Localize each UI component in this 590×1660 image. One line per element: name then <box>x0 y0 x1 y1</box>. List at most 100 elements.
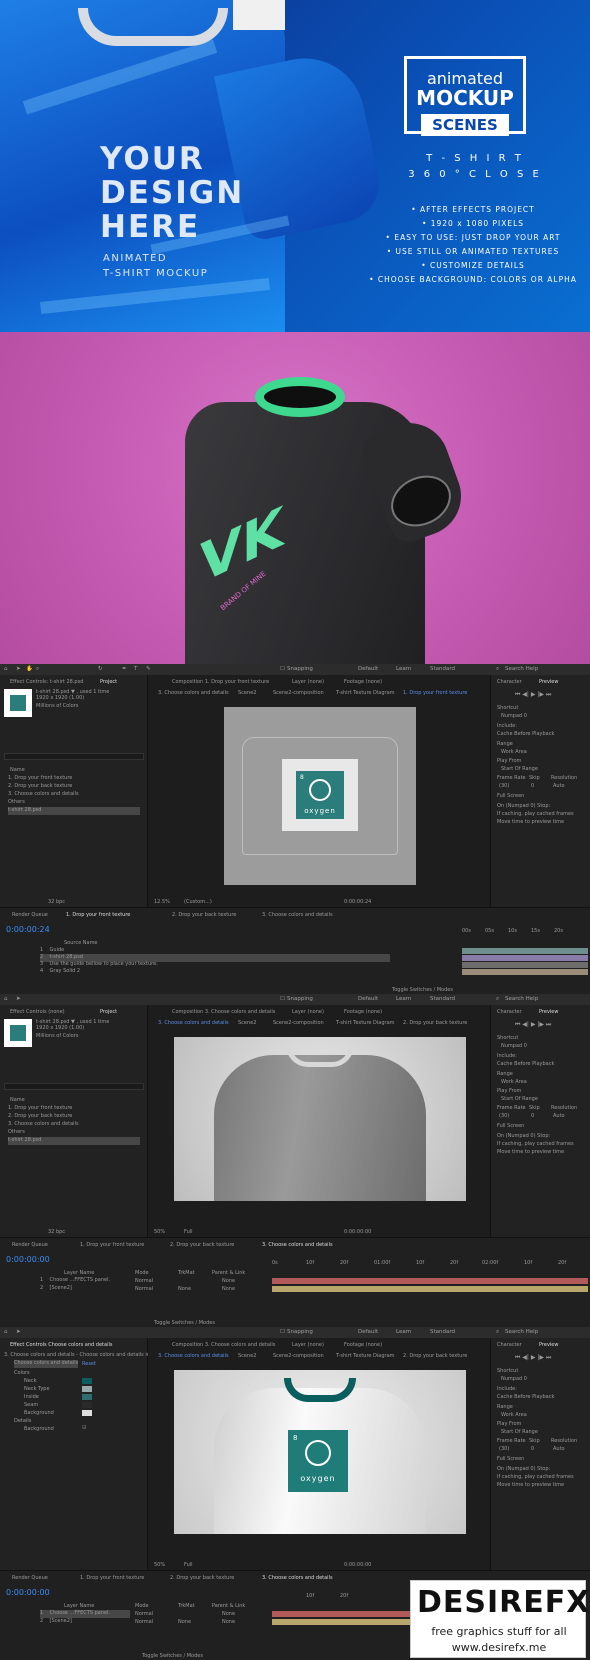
workspace-learn[interactable]: Learn <box>396 666 411 672</box>
shortcut-select[interactable]: Numpad 0 <box>501 1043 527 1049</box>
layer-mode-select[interactable]: Normal <box>135 1619 153 1625</box>
frame-rate-select[interactable]: (30) <box>499 1113 509 1119</box>
project-item[interactable]: 1. Drop your front texture <box>8 1105 72 1113</box>
comp-canvas[interactable]: 8 oxygen <box>224 707 416 885</box>
cache-checkbox[interactable]: Cache Before Playback <box>497 1061 554 1067</box>
bpc-indicator[interactable]: 32 bpc <box>48 1229 65 1235</box>
breadcrumb[interactable]: Scene2-composition <box>273 1353 324 1359</box>
layer-row-selected[interactable]: 1 Choose ...FFECTS panel. <box>40 1610 130 1618</box>
layer-track[interactable] <box>272 1278 588 1284</box>
toggle-switches-modes[interactable]: Toggle Switches / Modes <box>392 987 453 993</box>
layer-row[interactable]: 2 [Scene2] <box>40 1618 72 1626</box>
tab-composition[interactable]: Composition 3. Choose colors and details <box>172 1009 275 1015</box>
preview-controls[interactable]: ⏮ ◀| ▶ |▶ ⏭ <box>515 1021 551 1029</box>
workspace-learn[interactable]: Learn <box>396 996 411 1002</box>
play-from-select[interactable]: Start Of Range <box>501 766 538 772</box>
zoom-select[interactable]: 12.5% <box>154 899 170 905</box>
workspace-standard[interactable]: Standard <box>430 1329 455 1335</box>
project-search-input[interactable] <box>4 753 144 760</box>
reset-link[interactable]: Reset <box>82 1361 96 1367</box>
tab-timeline-comp[interactable]: 2. Drop your back texture <box>170 1242 234 1248</box>
range-select[interactable]: Work Area <box>501 1079 527 1085</box>
tab-timeline-comp[interactable]: 1. Drop your front texture <box>80 1242 144 1248</box>
tab-footage[interactable]: Footage (none) <box>344 1009 382 1015</box>
tab-footage[interactable]: Footage (none) <box>344 679 382 685</box>
workspace-default[interactable]: Default <box>358 996 378 1002</box>
tab-layer[interactable]: Layer (none) <box>292 679 324 685</box>
cache-checkbox[interactable]: Cache Before Playback <box>497 731 554 737</box>
skip-input[interactable]: 0 <box>531 1446 534 1452</box>
tab-composition[interactable]: Composition 3. Choose colors and details <box>172 1342 275 1348</box>
tab-layer[interactable]: Layer (none) <box>292 1009 324 1015</box>
bpc-indicator[interactable]: 32 bpc <box>48 899 65 905</box>
resolution-dropdown[interactable]: Auto <box>553 1446 565 1452</box>
pen-tool-icon[interactable]: ✒ <box>122 666 127 672</box>
breadcrumb[interactable]: Scene2 <box>238 1353 256 1359</box>
workspace-default[interactable]: Default <box>358 666 378 672</box>
fullscreen-checkbox[interactable]: Full Screen <box>497 1456 524 1462</box>
project-item[interactable]: 2. Drop your back texture <box>8 783 72 791</box>
tab-effect-controls[interactable]: Effect Controls Choose colors and detail… <box>10 1342 112 1348</box>
tab-character[interactable]: Character <box>497 1009 522 1015</box>
layer-parent-select[interactable]: None <box>222 1619 235 1625</box>
tab-timeline-comp[interactable]: 2. Drop your back texture <box>172 912 236 918</box>
layer-mode-select[interactable]: Normal <box>135 1611 153 1617</box>
tab-render-queue[interactable]: Render Queue <box>12 1242 48 1248</box>
frame-rate-select[interactable]: (30) <box>499 1446 509 1452</box>
project-folder[interactable]: Others <box>8 1129 25 1137</box>
fullscreen-checkbox[interactable]: Full Screen <box>497 1123 524 1129</box>
cache-checkbox[interactable]: Cache Before Playback <box>497 1394 554 1400</box>
preview-controls[interactable]: ⏮ ◀| ▶ |▶ ⏭ <box>515 691 551 699</box>
rotate-tool-icon[interactable]: ↻ <box>98 666 103 672</box>
preview-controls[interactable]: ⏮ ◀| ▶ |▶ ⏭ <box>515 1354 551 1362</box>
current-time-display[interactable]: 0:00:00:00 <box>6 1588 50 1597</box>
zoom-select[interactable]: 50% <box>154 1229 165 1235</box>
breadcrumb[interactable]: 2. Drop your back texture <box>403 1353 467 1359</box>
neck-type-swatch[interactable] <box>82 1386 92 1392</box>
breadcrumb[interactable]: Scene2-composition <box>273 690 324 696</box>
project-item-selected[interactable]: t-shirt 28.psd <box>8 1137 140 1145</box>
resolution-select[interactable]: Full <box>184 1562 193 1568</box>
resolution-dropdown[interactable]: Auto <box>553 1113 565 1119</box>
tab-preview[interactable]: Preview <box>539 1342 558 1348</box>
snapping-checkbox[interactable]: ☐ <box>280 666 285 672</box>
selection-tool-icon[interactable]: ➤ <box>16 996 21 1002</box>
project-item[interactable]: 1. Drop your front texture <box>8 775 72 783</box>
search-help[interactable]: Search Help <box>505 1329 538 1335</box>
tab-timeline-comp[interactable]: 1. Drop your front texture <box>80 1575 144 1581</box>
tab-render-queue[interactable]: Render Queue <box>12 1575 48 1581</box>
tab-preview[interactable]: Preview <box>539 679 558 685</box>
selection-tool-icon[interactable]: ➤ <box>16 666 21 672</box>
tab-timeline-comp[interactable]: 3. Choose colors and details <box>262 912 333 918</box>
workspace-default[interactable]: Default <box>358 1329 378 1335</box>
inside-color-swatch[interactable] <box>82 1394 92 1400</box>
home-icon[interactable]: ⌂ <box>4 1329 8 1335</box>
layer-track[interactable] <box>272 1611 412 1617</box>
tab-footage[interactable]: Footage (none) <box>344 1342 382 1348</box>
seam-color-swatch[interactable] <box>82 1402 92 1408</box>
layer-track[interactable] <box>272 1619 412 1625</box>
project-item[interactable]: 3. Choose colors and details <box>8 791 79 799</box>
shortcut-select[interactable]: Numpad 0 <box>501 713 527 719</box>
project-folder[interactable]: Others <box>8 799 25 807</box>
layer-mode-select[interactable]: Normal <box>135 1278 153 1284</box>
layer-parent-select[interactable]: None <box>222 1278 235 1284</box>
comp-canvas[interactable] <box>174 1037 466 1201</box>
layer-parent-select[interactable]: None <box>222 1286 235 1292</box>
tab-timeline-comp[interactable]: 1. Drop your front texture <box>66 912 130 918</box>
details-background-checkbox[interactable]: ☑ <box>82 1425 86 1431</box>
tab-project[interactable]: Project <box>100 679 117 685</box>
breadcrumb[interactable]: 3. Choose colors and details <box>158 690 229 696</box>
fullscreen-checkbox[interactable]: Full Screen <box>497 793 524 799</box>
layer-mode-select[interactable]: Normal <box>135 1286 153 1292</box>
breadcrumb[interactable]: 3. Choose colors and details <box>158 1020 229 1026</box>
play-from-select[interactable]: Start Of Range <box>501 1096 538 1102</box>
tab-character[interactable]: Character <box>497 1342 522 1348</box>
home-icon[interactable]: ⌂ <box>4 996 8 1002</box>
breadcrumb[interactable]: Scene2 <box>238 1020 256 1026</box>
zoom-tool-icon[interactable]: ⌕ <box>36 666 39 673</box>
tab-composition[interactable]: Composition 1. Drop your front texture <box>172 679 269 685</box>
layer-track[interactable] <box>462 948 588 954</box>
home-icon[interactable]: ⌂ <box>4 666 8 672</box>
prop-group-colors[interactable]: Colors <box>14 1370 30 1376</box>
